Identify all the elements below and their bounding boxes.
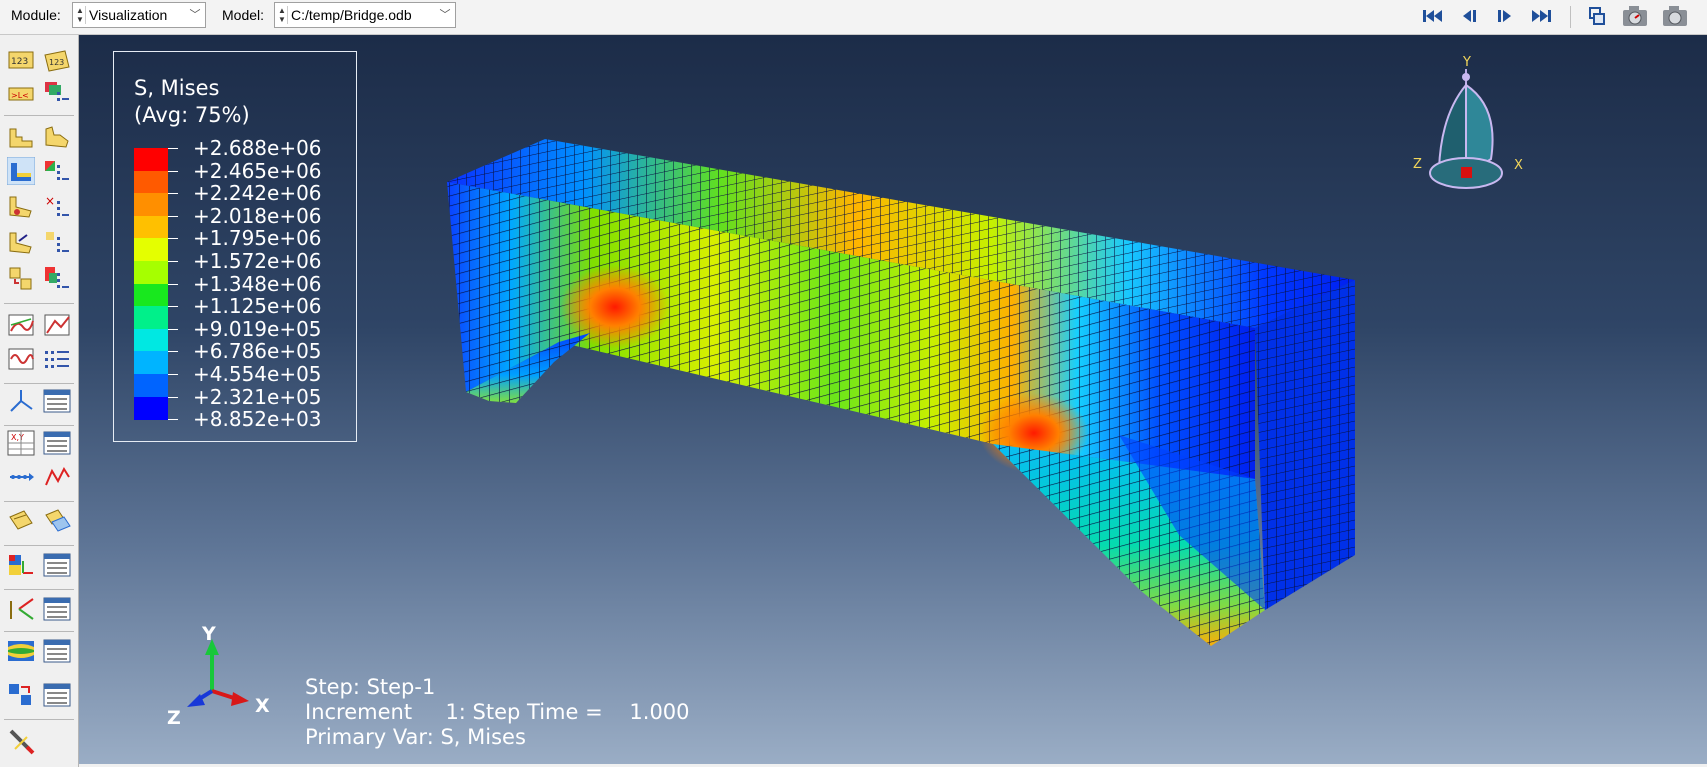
primary-var-text: Primary Var: S, Mises: [305, 725, 526, 749]
cube-y-label: Y: [1462, 55, 1471, 70]
common-options-icon[interactable]: >L<: [7, 79, 35, 107]
view-cut-manager-icon[interactable]: [43, 387, 71, 415]
toolbox-separator: [4, 383, 74, 384]
view-cut-icon[interactable]: [7, 387, 35, 415]
coordinate-triad: [187, 639, 249, 707]
animate-harmonic-icon[interactable]: [7, 345, 35, 373]
overlay-plot-icon[interactable]: [43, 265, 71, 293]
next-frame-icon[interactable]: [1490, 3, 1520, 29]
toolbox-separator: [4, 589, 74, 590]
model-value: C:/temp/Bridge.odb: [291, 7, 412, 23]
viewport[interactable]: S, Mises (Avg: 75%) +2.688e+06 +2.465e+06…: [79, 35, 1707, 764]
view-orientation-widget[interactable]: Y Z X: [1399, 55, 1539, 205]
create-path-icon[interactable]: [7, 463, 35, 491]
plot-contours-deformed-icon[interactable]: [43, 123, 71, 151]
last-frame-icon[interactable]: [1526, 3, 1556, 29]
triad-x-label: X: [255, 695, 270, 717]
free-body-manager-icon[interactable]: [43, 551, 71, 579]
animation-options-icon[interactable]: [43, 345, 71, 373]
module-spin-icon[interactable]: ▲ ▼: [75, 6, 86, 24]
triad-y-label: Y: [202, 623, 216, 645]
create-xy-data-icon[interactable]: X,Y: [7, 429, 35, 457]
module-label: Module:: [11, 7, 61, 23]
plot-symbols-icon[interactable]: [7, 193, 35, 221]
camera-icon[interactable]: [1660, 3, 1690, 29]
spectrum-manager-icon[interactable]: [43, 637, 71, 665]
chevron-down-icon[interactable]: ﹀: [438, 6, 452, 24]
stream-manager-icon[interactable]: [43, 595, 71, 623]
symbol-options-icon[interactable]: ×: [43, 193, 71, 221]
contour-options-icon[interactable]: [43, 157, 71, 185]
animation-camera-icon[interactable]: [1620, 3, 1650, 29]
xy-data-manager-icon[interactable]: [43, 429, 71, 457]
plot-contours-both-icon[interactable]: [6, 156, 36, 186]
increment-text: Increment 1: Step Time = 1.000: [305, 700, 690, 724]
first-frame-icon[interactable]: [1418, 3, 1448, 29]
toolbox: 123 123 >L< × X,Y: [0, 35, 79, 767]
svg-text:123: 123: [49, 58, 64, 67]
toolbox-separator: [4, 545, 74, 546]
triad-z-label: Z: [167, 707, 181, 729]
module-combo[interactable]: ▲ ▼ Visualization ﹀: [72, 2, 206, 28]
toolbox-separator: [4, 501, 74, 502]
superimpose-options-icon[interactable]: [43, 79, 71, 107]
svg-text:>L<: >L<: [11, 91, 29, 100]
toolbox-separator: [4, 303, 74, 304]
plot-undeformed-icon[interactable]: 123: [7, 47, 35, 75]
cube-x-label: X: [1514, 158, 1523, 173]
module-value: Visualization: [89, 7, 168, 23]
toolbox-separator: [4, 425, 74, 426]
chevron-down-icon[interactable]: ﹀: [188, 6, 202, 24]
previous-frame-icon[interactable]: [1454, 3, 1484, 29]
toolbar-separator: [1570, 6, 1571, 28]
create-stream-icon[interactable]: [7, 595, 35, 623]
svg-text:×: ×: [45, 194, 55, 208]
cube-z-label: Z: [1413, 157, 1422, 172]
animate-scale-factor-icon[interactable]: [7, 311, 35, 339]
query-pen-icon[interactable]: [7, 727, 35, 755]
plot-material-orientations-icon[interactable]: [7, 229, 35, 257]
toolbox-separator: [4, 115, 74, 116]
svg-text:X,Y: X,Y: [11, 433, 24, 442]
frame-options-icon[interactable]: [1582, 3, 1612, 29]
display-group-manager-icon[interactable]: [43, 507, 71, 535]
model-combo[interactable]: ▲ ▼ C:/temp/Bridge.odb ﹀: [274, 2, 456, 28]
plot-state-manager-icon[interactable]: [43, 681, 71, 709]
plot-contours-undeformed-icon[interactable]: [7, 123, 35, 151]
display-group-icon[interactable]: [7, 507, 35, 535]
model-label: Model:: [222, 7, 265, 23]
animate-time-history-icon[interactable]: [43, 311, 71, 339]
svg-text:123: 123: [11, 57, 28, 67]
toolbox-separator: [4, 631, 74, 632]
xy-plot-icon[interactable]: [43, 463, 71, 491]
model-spin-icon[interactable]: ▲ ▼: [277, 6, 288, 24]
plot-deformed-icon[interactable]: 123: [43, 47, 71, 75]
allow-multiple-plots-icon[interactable]: [7, 265, 35, 293]
create-spectrum-icon[interactable]: [7, 637, 35, 665]
orientation-options-icon[interactable]: [43, 229, 71, 257]
copy-plot-state-icon[interactable]: [7, 681, 35, 709]
step-text: Step: Step-1: [305, 675, 436, 699]
context-toolbar: Module: ▲ ▼ Visualization ﹀ Model: ▲ ▼ C:/…: [0, 0, 1707, 35]
free-body-cut-icon[interactable]: [7, 551, 35, 579]
toolbox-separator: [4, 719, 74, 720]
